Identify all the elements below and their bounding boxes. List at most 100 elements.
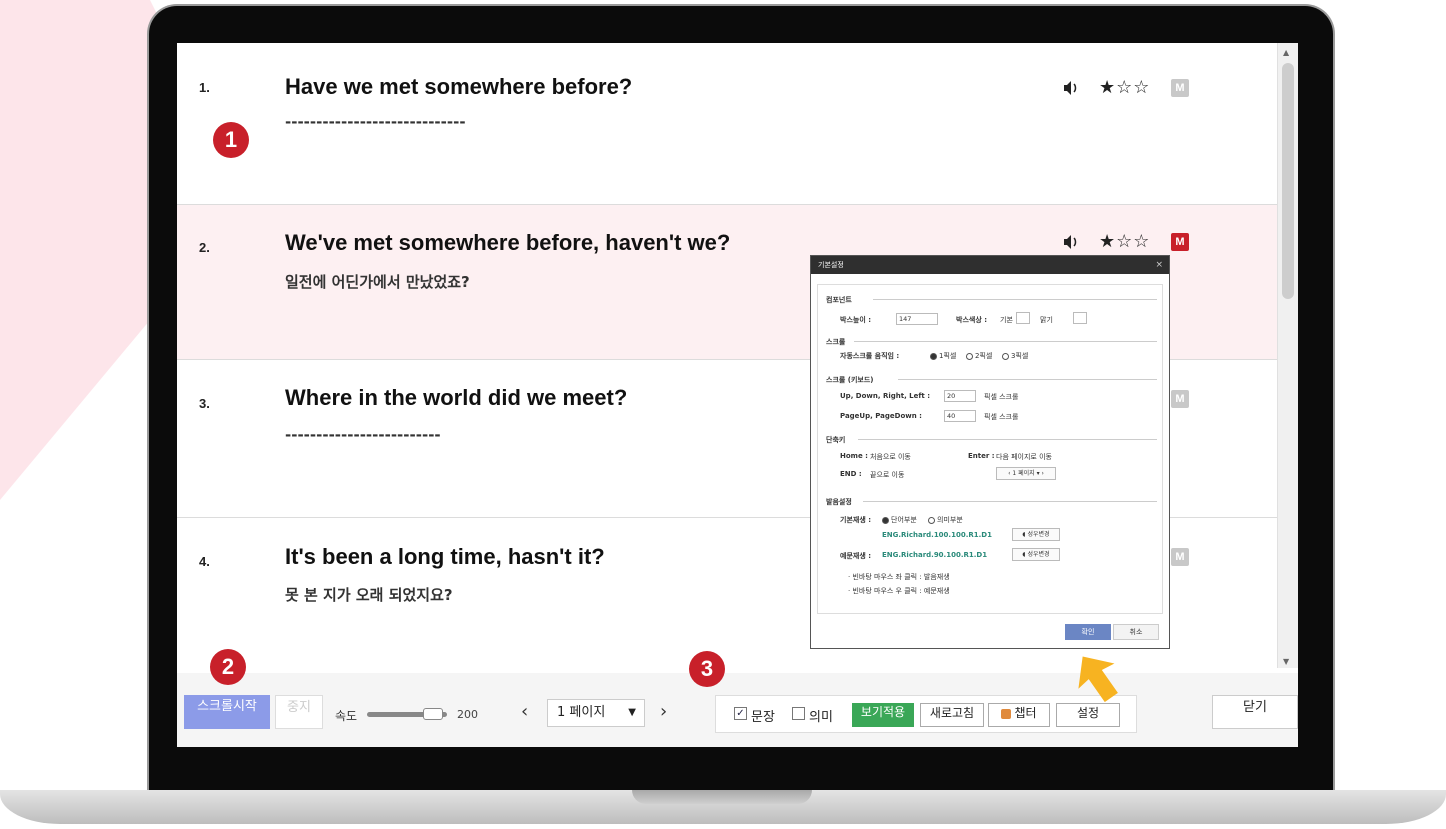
- close-button[interactable]: 닫기: [1212, 695, 1298, 729]
- speaker-icon: ◖: [1022, 531, 1026, 538]
- radio-selected-icon: [882, 516, 889, 524]
- item-number: 1.: [199, 80, 210, 95]
- scroll-start-button[interactable]: 스크롤시작: [184, 695, 270, 729]
- memorize-badge[interactable]: M: [1171, 233, 1189, 251]
- mini-page-select[interactable]: ‹ 1 페이지 ▾ ›: [996, 467, 1056, 480]
- voice-basic: ENG.Richard.100.100.R1.D1: [882, 531, 992, 539]
- bottom-toolbar: 스크롤시작 중지 속도 200 ‹ 1 페이지 ▼ › 3 ✓ 문장 의미 보기…: [177, 651, 1298, 747]
- star-rating[interactable]: ★☆☆: [1099, 231, 1150, 252]
- scroll-up-icon[interactable]: ▲: [1283, 48, 1289, 57]
- note-left-click: · 빈바탕 마우스 좌 클릭 : 발음재생: [848, 573, 950, 581]
- sentence-checkbox-label: 문장: [751, 710, 775, 725]
- sentence-text: We've met somewhere before, haven't we?: [285, 230, 731, 255]
- pageup-input[interactable]: 40: [944, 410, 976, 422]
- chapter-button[interactable]: 챕터: [988, 703, 1050, 727]
- radio-1px[interactable]: 1픽셀: [930, 351, 956, 361]
- item-number: 2.: [199, 240, 210, 255]
- speed-slider-knob[interactable]: [423, 708, 443, 720]
- view-options-group: ✓ 문장 의미 보기적용 새로고침 챕터 설정: [715, 695, 1137, 733]
- pixel-scroll-label: 픽셀 스크롤: [984, 393, 1019, 401]
- callout-2: 2: [210, 649, 246, 685]
- chapter-button-label: 챕터: [1014, 706, 1037, 720]
- radio-selected-icon: [930, 352, 937, 360]
- note-right-click-text: 빈바탕 마우스 우 클릭 : 예문재생: [852, 587, 950, 595]
- box-height-label: 박스높이 :: [840, 316, 871, 324]
- divider: [898, 379, 1157, 380]
- radio-icon: [1002, 352, 1009, 360]
- end-key: END :: [840, 470, 862, 478]
- item-number: 4.: [199, 554, 210, 569]
- box-color-label: 박스색상 :: [956, 316, 987, 324]
- box-height-input[interactable]: 147: [896, 313, 938, 325]
- speaker-icon[interactable]: [1063, 80, 1079, 96]
- radio-3px[interactable]: 3픽셀: [1002, 351, 1028, 361]
- divider: [863, 501, 1157, 502]
- refresh-button[interactable]: 새로고침: [920, 703, 984, 727]
- box-color-default-swatch[interactable]: [1016, 312, 1030, 324]
- page-select-value: 1 페이지: [557, 705, 606, 720]
- vertical-scrollbar[interactable]: ▲ ▼: [1277, 43, 1298, 668]
- section-pronunciation: 발음설정: [826, 498, 852, 506]
- speaker-icon[interactable]: [1063, 234, 1079, 250]
- meaning-text: 못 본 지가 오래 되었지요?: [285, 586, 453, 604]
- speed-label: 속도: [335, 709, 358, 723]
- scroll-thumb[interactable]: [1282, 63, 1294, 299]
- radio-word-part[interactable]: 단어부분: [882, 515, 917, 525]
- close-icon[interactable]: ×: [1155, 256, 1163, 274]
- radio-2px[interactable]: 2픽셀: [966, 351, 992, 361]
- radio-meaning-part-label: 의미부분: [937, 516, 963, 524]
- list-item[interactable]: 1. Have we met somewhere before? -------…: [177, 43, 1277, 205]
- divider: [873, 299, 1157, 300]
- voice-change-button[interactable]: ◖ 성우변경: [1012, 548, 1060, 561]
- scroll-down-icon[interactable]: ▼: [1283, 657, 1289, 666]
- radio-icon: [928, 516, 935, 524]
- home-key: Home :: [840, 452, 868, 460]
- star-rating[interactable]: ★☆☆: [1099, 77, 1150, 98]
- box-color-light-swatch[interactable]: [1073, 312, 1087, 324]
- section-shortcut: 단축키: [826, 436, 846, 444]
- sentence-text: Where in the world did we meet?: [285, 385, 628, 410]
- speed-value: 200: [457, 708, 478, 721]
- next-page-icon[interactable]: ›: [660, 701, 667, 722]
- speaker-icon: ◖: [1022, 551, 1026, 558]
- enter-key: Enter :: [968, 452, 995, 460]
- dialog-title: 기본설정: [818, 261, 844, 269]
- enter-desc: 다음 페이지로 이동: [996, 453, 1052, 461]
- apply-view-button[interactable]: 보기적용: [852, 703, 914, 727]
- ok-button[interactable]: 확인: [1065, 624, 1111, 640]
- memorize-badge[interactable]: M: [1171, 390, 1189, 408]
- memorize-badge[interactable]: M: [1171, 548, 1189, 566]
- arrow-keys-input[interactable]: 20: [944, 390, 976, 402]
- radio-meaning-part[interactable]: 의미부분: [928, 515, 963, 525]
- section-scroll-keyboard: 스크롤 (키보드): [826, 376, 874, 384]
- voice-change-button[interactable]: ◖ 성우변경: [1012, 528, 1060, 541]
- radio-3px-label: 3픽셀: [1011, 352, 1029, 360]
- end-desc: 끝으로 이동: [870, 471, 905, 479]
- callout-3: 3: [689, 651, 725, 687]
- section-scroll: 스크롤: [826, 338, 846, 346]
- dialog-body: 컴포넌트 박스높이 : 147 박스색상 : 기본 맑기 스크롤 자동스크롤 움…: [817, 284, 1163, 614]
- sentence-text: It's been a long time, hasn't it?: [285, 544, 605, 569]
- chapter-icon: [1001, 708, 1012, 719]
- dialog-title-bar: 기본설정 ×: [811, 256, 1169, 274]
- settings-button[interactable]: 설정: [1056, 703, 1120, 727]
- voice-change-label: 성우변경: [1027, 551, 1050, 558]
- cancel-button[interactable]: 취소: [1113, 624, 1159, 640]
- memorize-badge[interactable]: M: [1171, 79, 1189, 97]
- note-left-click-text: 빈바탕 마우스 좌 클릭 : 발음재생: [852, 573, 950, 581]
- page-select[interactable]: 1 페이지 ▼: [547, 699, 645, 727]
- pixel-scroll-label: 픽셀 스크롤: [984, 413, 1019, 421]
- sentence-checkbox[interactable]: ✓: [734, 707, 747, 720]
- auto-scroll-label: 자동스크롤 움직임 :: [840, 352, 900, 360]
- radio-word-part-label: 단어부분: [891, 516, 917, 524]
- meaning-checkbox[interactable]: [792, 707, 805, 720]
- prev-page-icon[interactable]: ‹: [521, 701, 528, 722]
- meaning-text: -----------------------------: [285, 113, 466, 131]
- laptop-notch: [632, 790, 812, 804]
- stop-button[interactable]: 중지: [275, 695, 323, 729]
- basic-play-label: 기본재생 :: [840, 516, 871, 524]
- section-component: 컴포넌트: [826, 296, 852, 304]
- divider: [854, 341, 1157, 342]
- example-play-label: 예문재생 :: [840, 552, 871, 560]
- radio-2px-label: 2픽셀: [975, 352, 993, 360]
